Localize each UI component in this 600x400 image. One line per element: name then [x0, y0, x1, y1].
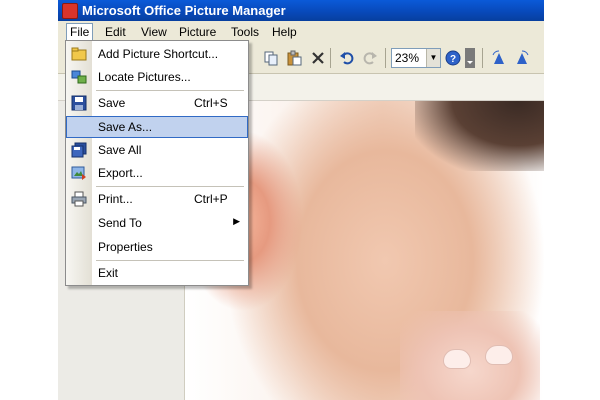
undo-icon[interactable]: [338, 49, 356, 67]
paste-icon[interactable]: [285, 49, 303, 67]
menu-separator: [96, 90, 244, 91]
menu-item-print[interactable]: Print... Ctrl+P: [66, 188, 248, 210]
menu-item-label: Properties: [98, 240, 153, 254]
zoom-value: 23%: [395, 51, 420, 65]
menu-help[interactable]: Help: [269, 24, 300, 40]
title-bar: Microsoft Office Picture Manager: [58, 0, 544, 21]
photo-fingernail: [485, 345, 513, 365]
add-shortcut-icon: [71, 46, 87, 62]
menu-item-label: Save All: [98, 143, 142, 157]
toolbar-separator: [330, 48, 331, 68]
toolbar-options-icon[interactable]: [465, 48, 475, 68]
menu-item-save-as[interactable]: Save As...: [66, 116, 248, 138]
menu-item-label: Export...: [98, 166, 143, 180]
menu-separator: [96, 260, 244, 261]
menu-tools[interactable]: Tools: [228, 24, 262, 40]
menu-item-exit[interactable]: Exit: [66, 262, 248, 284]
menu-item-properties[interactable]: Properties: [66, 236, 248, 258]
printer-icon: [71, 191, 87, 207]
help-icon[interactable]: ?: [444, 49, 462, 67]
menu-item-locate-pictures[interactable]: Locate Pictures...: [66, 66, 248, 88]
menu-item-label: Save As...: [98, 120, 153, 134]
svg-text:?: ?: [450, 54, 456, 65]
menu-item-label: Exit: [98, 266, 119, 280]
locate-pictures-icon: [71, 69, 87, 85]
rotate-left-icon[interactable]: [490, 49, 508, 67]
menu-item-save-all[interactable]: Save All: [66, 139, 248, 161]
menu-item-label: Add Picture Shortcut...: [98, 47, 219, 61]
menu-edit[interactable]: Edit: [102, 24, 129, 40]
menu-item-label: Save: [98, 96, 126, 110]
floppy-disk-icon: [71, 95, 87, 111]
window-title: Microsoft Office Picture Manager: [82, 3, 286, 18]
menu-item-add-picture-shortcut[interactable]: Add Picture Shortcut...: [66, 43, 248, 65]
submenu-arrow-icon: ▶: [233, 216, 240, 226]
delete-icon[interactable]: [309, 49, 327, 67]
save-all-icon: [71, 142, 87, 158]
zoom-select[interactable]: 23% ▼: [391, 48, 441, 68]
menu-item-label: Locate Pictures...: [98, 70, 191, 84]
chevron-down-icon[interactable]: ▼: [426, 49, 440, 67]
photo-hair-region: [415, 101, 544, 171]
export-icon: [71, 165, 87, 181]
photo-fingernail: [443, 349, 471, 369]
file-menu-dropdown: Add Picture Shortcut... Locate Pictures.…: [65, 40, 249, 286]
menu-item-label: Print...: [98, 192, 133, 206]
toolbar-separator: [482, 48, 483, 68]
menu-item-save[interactable]: Save Ctrl+S: [66, 92, 248, 114]
toolbar-separator: [385, 48, 386, 68]
menu-separator: [96, 186, 244, 187]
copy-icon[interactable]: [262, 49, 280, 67]
menu-item-label: Send To: [98, 216, 142, 230]
app-icon: [62, 3, 78, 19]
rotate-right-icon[interactable]: [513, 49, 531, 67]
menu-item-export[interactable]: Export...: [66, 162, 248, 184]
menu-item-shortcut: Ctrl+S: [194, 96, 228, 110]
menu-item-shortcut: Ctrl+P: [194, 192, 228, 206]
redo-icon[interactable]: [361, 49, 379, 67]
menu-view[interactable]: View: [138, 24, 170, 40]
menu-picture[interactable]: Picture: [176, 24, 219, 40]
menu-item-send-to[interactable]: Send To ▶: [66, 212, 248, 234]
